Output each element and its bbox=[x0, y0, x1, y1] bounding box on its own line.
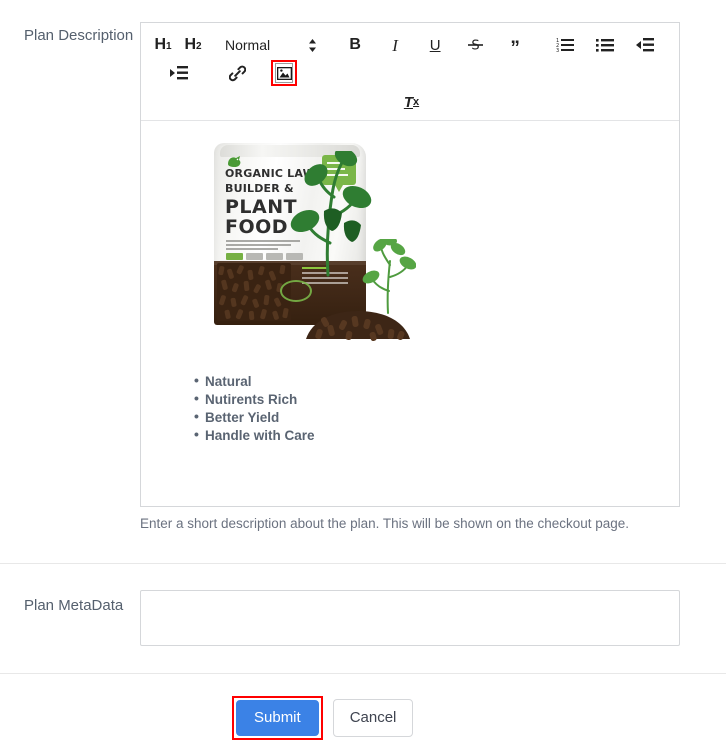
svg-text:3: 3 bbox=[556, 48, 559, 53]
plan-metadata-input[interactable] bbox=[140, 590, 680, 646]
plan-metadata-label: Plan MetaData bbox=[24, 597, 124, 614]
bold-button[interactable]: B bbox=[343, 32, 367, 58]
format-select[interactable]: Normal bbox=[225, 37, 317, 53]
plan-metadata-row: Plan MetaData bbox=[0, 564, 726, 646]
underline-button[interactable]: U bbox=[423, 32, 447, 58]
submit-button[interactable]: Submit bbox=[236, 700, 319, 736]
cancel-button[interactable]: Cancel bbox=[332, 699, 414, 737]
plan-metadata-field bbox=[140, 590, 726, 646]
submit-button-highlight: Submit bbox=[232, 696, 323, 740]
bird-logo-icon bbox=[227, 155, 243, 174]
image-button[interactable] bbox=[271, 60, 297, 86]
image-icon bbox=[275, 63, 293, 83]
list-item: Handle with Care bbox=[194, 426, 659, 444]
form-actions: Submit Cancel bbox=[0, 696, 726, 740]
strikethrough-button[interactable]: S bbox=[463, 32, 487, 58]
editor-content-area[interactable]: ORGANIC LAWN BUILDER & PLANT FOOD • Natu… bbox=[141, 121, 679, 506]
italic-button[interactable]: I bbox=[383, 32, 407, 58]
plan-description-label: Plan Description bbox=[24, 27, 134, 44]
section-divider bbox=[0, 673, 726, 674]
plan-description-field: H1 H2 Normal B I U S bbox=[140, 22, 726, 533]
plant-illustration-icon bbox=[288, 147, 372, 277]
clear-formatting-sub: x bbox=[413, 95, 420, 108]
feature-list: Natural Nutirents Rich Better Yield Hand… bbox=[174, 372, 659, 444]
list-item: Natural bbox=[194, 372, 659, 390]
product-image: ORGANIC LAWN BUILDER & PLANT FOOD bbox=[206, 143, 418, 346]
link-button[interactable] bbox=[225, 60, 249, 86]
list-item: Better Yield bbox=[194, 408, 659, 426]
rich-text-editor[interactable]: H1 H2 Normal B I U S bbox=[140, 22, 680, 507]
ordered-list-button[interactable]: 1 2 3 bbox=[553, 32, 577, 58]
clear-formatting-label: T bbox=[403, 93, 414, 111]
indent-button[interactable] bbox=[167, 60, 191, 86]
list-item: Nutirents Rich bbox=[194, 390, 659, 408]
heading-2-sub: 2 bbox=[196, 41, 202, 52]
plan-description-row: Plan Description H1 H2 Normal B I U ” 1 … bbox=[0, 0, 726, 533]
heading-1-sub: 1 bbox=[166, 41, 172, 52]
blockquote-button[interactable]: ” bbox=[503, 32, 527, 58]
bullet-list-button[interactable] bbox=[593, 32, 617, 58]
heading-2-button[interactable]: H2 bbox=[181, 32, 205, 58]
plan-description-help-text: Enter a short description about the plan… bbox=[140, 516, 630, 531]
seedling-icon bbox=[362, 236, 417, 315]
chevron-updown-icon bbox=[308, 38, 317, 52]
format-select-value: Normal bbox=[225, 37, 271, 53]
heading-1-label: H bbox=[154, 36, 166, 53]
heading-2-label: H bbox=[184, 36, 196, 53]
outdent-button[interactable] bbox=[633, 32, 657, 58]
heading-1-button[interactable]: H1 bbox=[151, 32, 175, 58]
editor-toolbar: H1 H2 Normal B I U S bbox=[141, 23, 679, 121]
clear-formatting-button[interactable]: Tx bbox=[153, 89, 669, 115]
